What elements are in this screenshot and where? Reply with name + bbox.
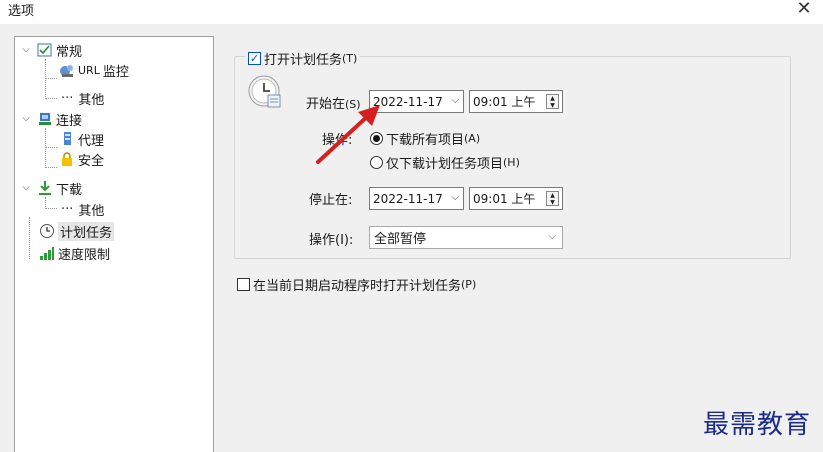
chevron-down-icon[interactable]: ⌵	[451, 192, 459, 203]
tree-item-label: 计划任务	[58, 221, 115, 241]
chevron-down-icon[interactable]: ⌵	[21, 183, 31, 193]
stop-at-label: 停止在:	[309, 193, 353, 208]
start-time-spinner[interactable]: ▲ ▼	[546, 94, 559, 109]
radio-download-scheduled-accel: (H)	[503, 156, 520, 169]
tree-item-label: 代理	[78, 133, 105, 149]
tree-item-label: 其他	[78, 203, 105, 219]
tree-connector	[45, 167, 57, 168]
open-on-startup-checkbox[interactable]: 在当前日期启动程序时打开计划任务 (P)	[237, 275, 476, 294]
tree-item-label: 监控	[102, 64, 129, 80]
watermark-text: 最需教育	[703, 410, 812, 440]
start-time-picker[interactable]: 09:01 上午 ▲ ▼	[469, 90, 563, 113]
tree-item-general[interactable]: 常规	[37, 40, 82, 60]
general-check-icon	[37, 42, 53, 58]
spin-down-icon[interactable]: ▼	[547, 102, 558, 109]
chevron-down-icon[interactable]: ⌵	[451, 95, 459, 106]
window-title: 选项	[8, 4, 35, 19]
lock-icon	[59, 151, 75, 167]
stop-action-select[interactable]: 全部暂停 ⌵	[369, 226, 563, 249]
proxy-icon	[59, 131, 75, 147]
tree-item-label: 速度限制	[58, 247, 111, 263]
spin-up-icon[interactable]: ▲	[547, 192, 558, 199]
tree-connector	[45, 208, 57, 209]
tree-connector	[45, 78, 57, 79]
tree-connector	[45, 59, 46, 99]
close-icon[interactable]: ✕	[793, 0, 815, 20]
checkbox-checked-icon[interactable]: ✓	[248, 52, 261, 65]
tree-item-label: 连接	[56, 113, 83, 129]
tree-item-download[interactable]: 下载	[37, 178, 82, 198]
tree-item-general-other[interactable]: ··· 其他	[61, 88, 104, 108]
scheduler-clock-icon	[248, 75, 282, 109]
options-tree[interactable]: ⌵ 常规 URL 监控 ··· 其他 ⌵ 连接 代理 安全 ⌵ 下载 ··· 其…	[14, 36, 214, 452]
download-arrow-icon	[37, 180, 53, 196]
radio-download-scheduled-label: 仅下载计划任务项目	[386, 157, 504, 172]
chevron-down-icon[interactable]: ⌵	[548, 231, 556, 242]
tree-item-connection[interactable]: 连接	[37, 109, 82, 129]
ellipsis-icon: ···	[61, 201, 74, 217]
tree-item-scheduler[interactable]: 计划任务	[39, 221, 115, 241]
title-bar: 选项 ✕	[0, 0, 823, 24]
enable-scheduler-label: 打开计划任务	[264, 53, 343, 68]
stop-action-label: 操作(I):	[309, 233, 354, 248]
stop-date-picker[interactable]: 2022-11-17 ⌵	[369, 187, 464, 210]
open-on-startup-label: 在当前日期启动程序时打开计划任务	[253, 279, 462, 294]
tree-item-download-other[interactable]: ··· 其他	[61, 199, 104, 219]
stop-time-picker[interactable]: 09:01 上午 ▲ ▼	[469, 187, 563, 210]
url-monitor-icon	[59, 62, 75, 78]
checkbox-unchecked-icon[interactable]	[237, 278, 250, 291]
speed-bars-icon	[39, 245, 55, 261]
clock-icon	[39, 223, 55, 239]
stop-time-value: 09:01 上午	[473, 192, 536, 206]
enable-scheduler-accel: (T)	[342, 52, 358, 65]
tree-item-label: 安全	[78, 153, 105, 169]
tree-item-url-monitor[interactable]: URL 监控	[59, 60, 129, 80]
radio-download-all-label: 下载所有项目	[386, 133, 465, 148]
connection-icon	[37, 111, 53, 127]
tree-item-label: 常规	[56, 44, 83, 60]
tree-connector	[45, 147, 57, 148]
stop-action-value: 全部暂停	[374, 232, 427, 247]
tree-item-speed-limit[interactable]: 速度限制	[39, 243, 110, 263]
tree-item-label: 其他	[78, 92, 105, 108]
ellipsis-icon: ···	[61, 90, 74, 106]
open-on-startup-accel: (P)	[461, 278, 477, 291]
tree-item-label-prefix: URL	[78, 63, 100, 77]
stop-time-spinner[interactable]: ▲ ▼	[546, 191, 559, 206]
radio-download-scheduled[interactable]: 仅下载计划任务项目 (H)	[370, 153, 520, 172]
start-time-value: 09:01 上午	[473, 95, 536, 109]
tree-item-proxy[interactable]: 代理	[59, 129, 104, 149]
spin-up-icon[interactable]: ▲	[547, 95, 558, 102]
tree-connector	[29, 217, 30, 259]
spin-down-icon[interactable]: ▼	[547, 199, 558, 206]
radio-download-all-accel: (A)	[464, 132, 481, 145]
chevron-down-icon[interactable]: ⌵	[21, 114, 31, 124]
tree-item-label: 下载	[56, 182, 83, 198]
stop-date-value: 2022-11-17	[373, 191, 443, 206]
tree-item-security[interactable]: 安全	[59, 149, 104, 169]
tree-connector	[45, 128, 46, 168]
enable-scheduler-checkbox[interactable]: ✓ 打开计划任务 (T)	[245, 49, 361, 68]
annotation-arrow-icon	[316, 105, 380, 164]
chevron-down-icon[interactable]: ⌵	[21, 45, 31, 55]
tree-connector	[45, 98, 57, 99]
